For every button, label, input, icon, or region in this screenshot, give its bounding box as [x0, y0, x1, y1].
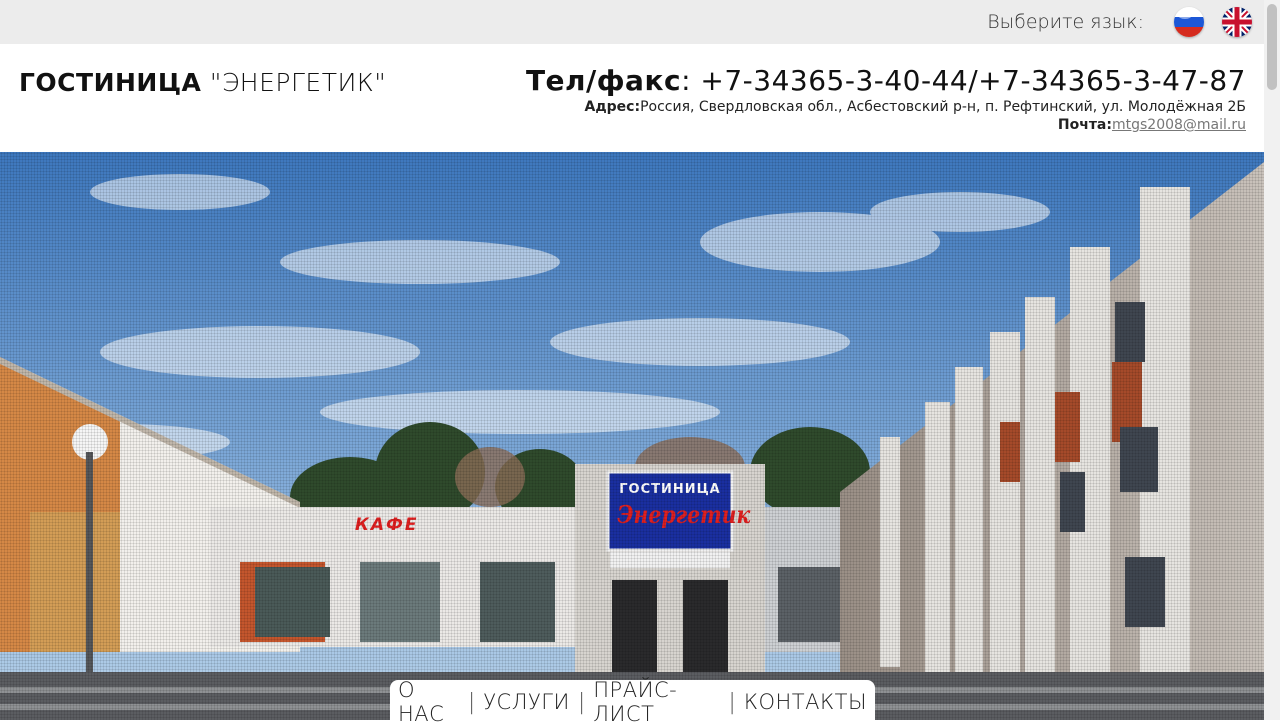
language-label: Выберите язык: — [987, 11, 1144, 33]
language-bar: Выберите язык: — [0, 0, 1264, 44]
russia-flag-icon[interactable] — [1174, 7, 1204, 37]
hotel-sign-main: Энергетик — [617, 500, 751, 529]
nav-item-price-list[interactable]: ПРАЙС-ЛИСТ — [585, 678, 728, 726]
main-nav: О НАС | УСЛУГИ | ПРАЙС-ЛИСТ | КОНТАКТЫ — [390, 678, 875, 726]
address-value: Россия, Свердловская обл., Асбестовский … — [640, 99, 1246, 115]
nav-item-contacts[interactable]: КОНТАКТЫ — [736, 690, 875, 714]
address-line: Адрес:Россия, Свердловская обл., Асбесто… — [526, 98, 1247, 116]
nav-separator: | — [577, 689, 586, 715]
brand-name-bold: ГОСТИНИЦА — [19, 68, 202, 97]
page-scrollbar[interactable] — [1264, 0, 1280, 720]
address-label: Адрес: — [584, 99, 641, 115]
contact-block: Тел/факс: +7-34365-3-40-44/+7-34365-3-47… — [526, 64, 1246, 134]
nav-item-services[interactable]: УСЛУГИ — [475, 690, 578, 714]
nav-separator: | — [728, 689, 736, 715]
hotel-sign-top: ГОСТИНИЦА — [619, 482, 721, 497]
site-header: ГОСТИНИЦА "ЭНЕРГЕТИК" Тел/факс: +7-34365… — [0, 44, 1264, 152]
nav-item-about[interactable]: О НАС — [390, 678, 468, 726]
email-link[interactable]: mtgs2008@mail.ru — [1112, 117, 1246, 133]
email-label: Почта: — [1057, 117, 1112, 133]
nav-separator: | — [467, 689, 476, 715]
phone-line: Тел/факс: +7-34365-3-40-44/+7-34365-3-47… — [526, 64, 1246, 98]
phone-label: Тел/факс — [525, 64, 682, 97]
hero-image: ГОСТИНИЦА Энергетик КАФЕ — [0, 152, 1264, 720]
brand-name-light: "ЭНЕРГЕТИК" — [201, 68, 387, 97]
cafe-sign: КАФЕ — [355, 515, 419, 535]
site-title[interactable]: ГОСТИНИЦА "ЭНЕРГЕТИК" — [19, 68, 386, 97]
email-line: Почта:mtgs2008@mail.ru — [526, 116, 1246, 134]
scrollbar-thumb[interactable] — [1267, 4, 1277, 90]
uk-flag-icon[interactable] — [1222, 7, 1252, 37]
phone-value: : +7-34365-3-40-44/+7-34365-3-47-87 — [681, 64, 1246, 97]
